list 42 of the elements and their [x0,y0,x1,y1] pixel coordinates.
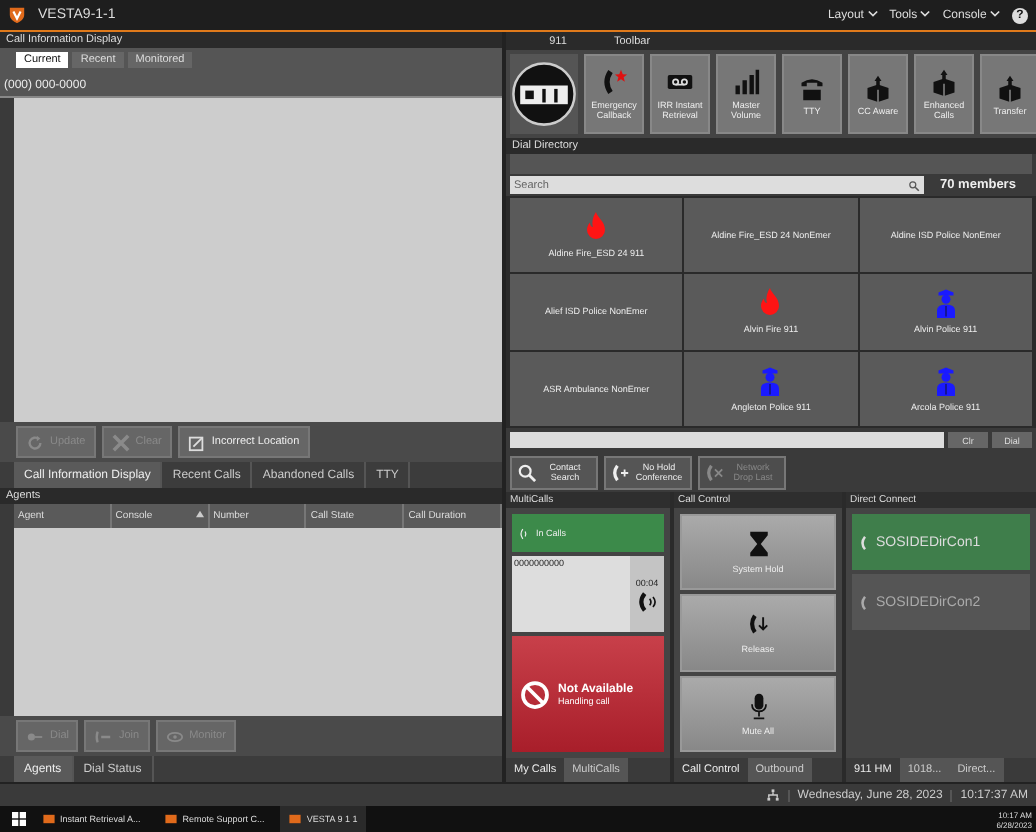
tty-phone-icon [798,73,826,101]
edit-icon [187,433,206,452]
volume-bars-icon [732,68,760,96]
call-911-badge-icon [510,60,578,128]
caret-icon [920,9,931,17]
box-arrow-icon [996,73,1024,101]
microphone-icon [747,691,769,720]
dial-input-field[interactable] [510,432,944,448]
flame-icon [584,212,609,243]
phone-icon [860,593,870,611]
flame-icon [758,288,783,319]
x-icon [111,433,130,452]
police-officer-icon [933,365,958,396]
start-icon[interactable] [12,812,26,826]
phone-join-icon [94,727,113,746]
eye-icon [165,727,184,746]
search-icon [518,463,536,481]
caret-icon [990,9,1000,17]
phone-down-arrow-icon [747,610,769,639]
sort-arrow-icon [195,510,204,519]
shield-logo-icon [8,6,26,24]
phone-plus-icon [612,463,630,481]
no-entry-icon [520,679,550,709]
phone-star-icon [600,68,628,96]
call-911-logo[interactable] [510,54,578,134]
app-icon [164,812,179,826]
search-icon [908,179,920,191]
phone-icon [860,533,870,551]
network-icon [765,788,780,802]
box-arrow-icon [864,73,892,101]
police-officer-icon [758,365,783,396]
app-icon [288,812,303,826]
dial-icon [26,727,44,746]
hourglass-icon [747,530,769,559]
police-officer-icon [933,288,958,319]
phone-x-icon [706,463,724,481]
phone-icon [518,527,530,539]
refresh-icon [26,433,44,452]
box-arrow-icon [930,68,958,96]
caret-icon [867,9,878,17]
phone-ringing-icon [637,591,657,611]
app-icon [42,812,56,826]
